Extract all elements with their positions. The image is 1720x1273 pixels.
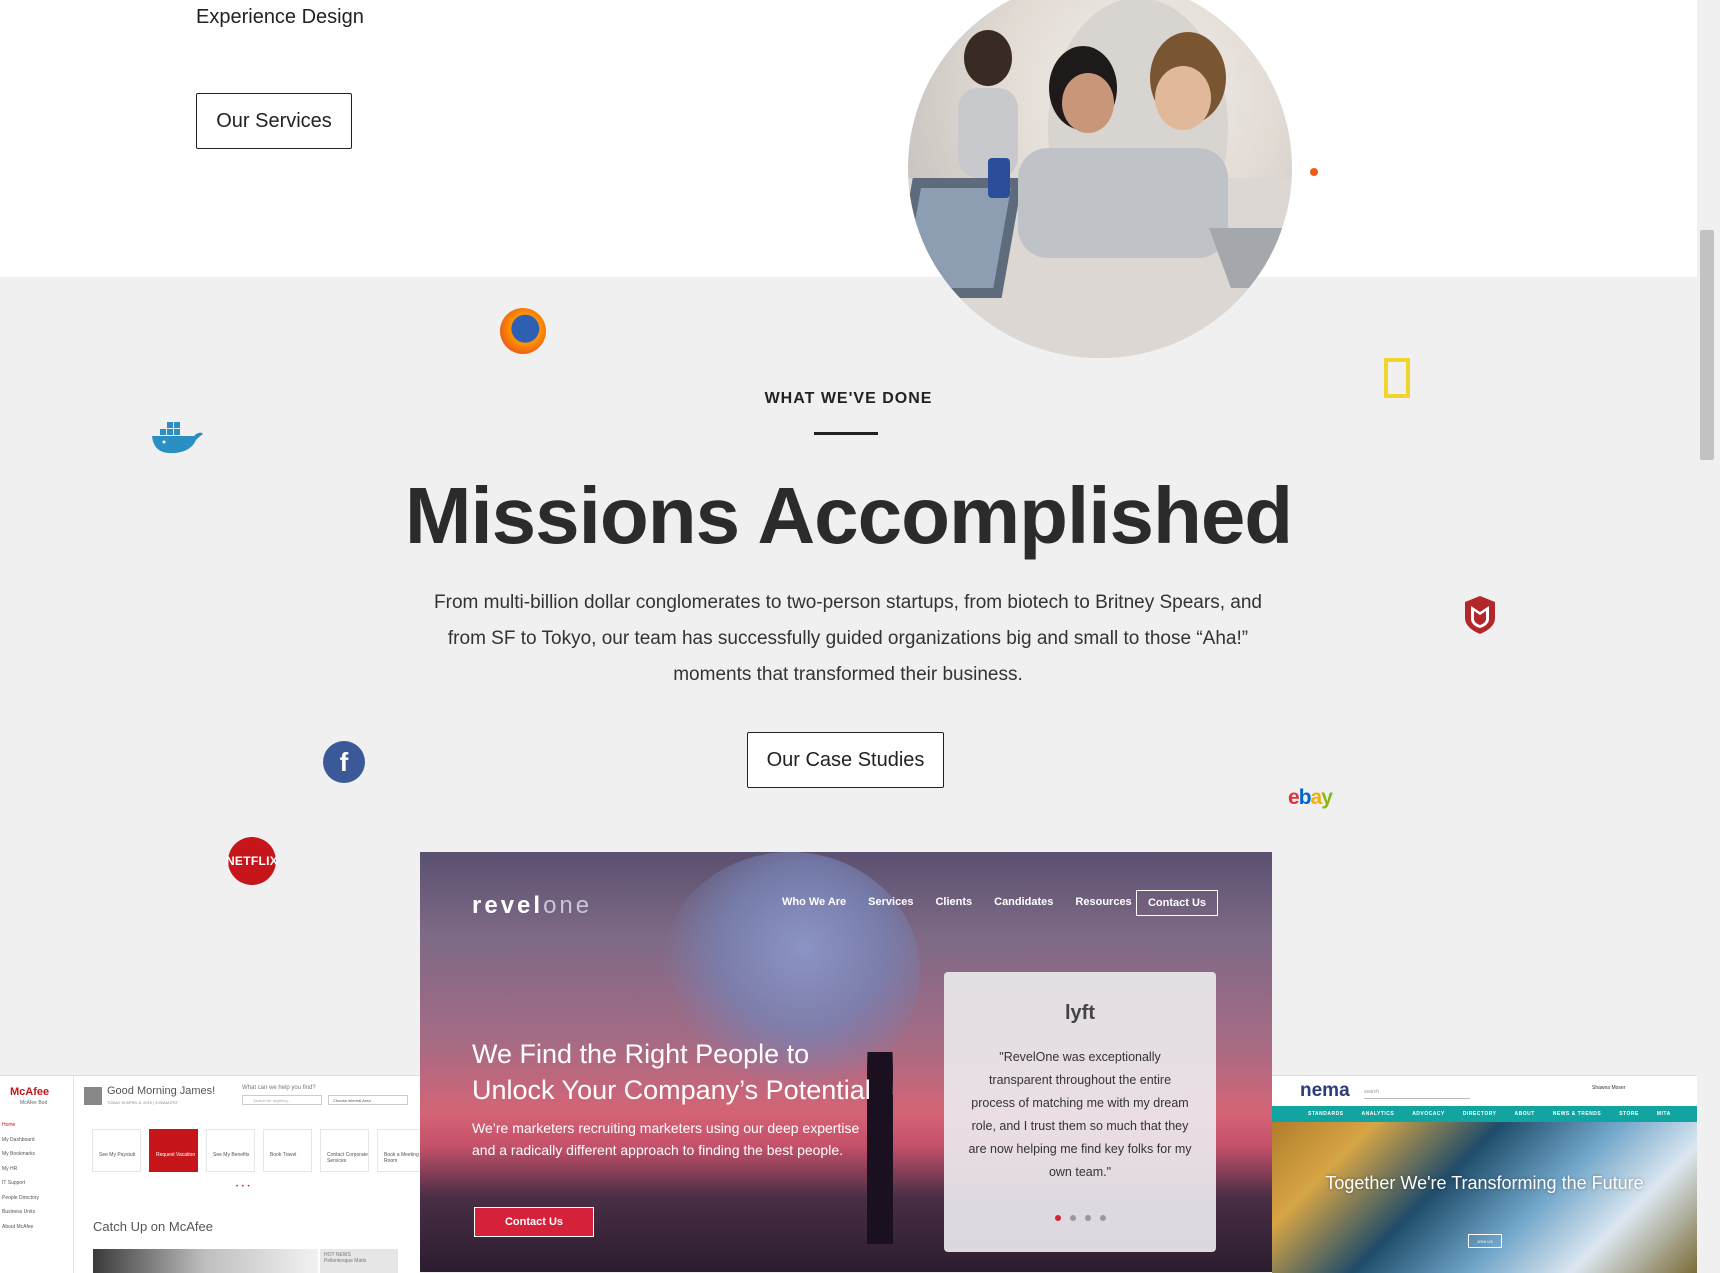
docker-icon [150,420,204,454]
accent-dot [1310,168,1318,176]
mcafee-pager-dots[interactable]: • • • [236,1184,251,1190]
mcafee-search-label: What can we help you find? [242,1085,316,1091]
carousel-dot[interactable] [1099,1215,1106,1221]
revelone-nav-item[interactable]: Resources [1075,896,1131,908]
mcafee-post-title: Pellentesque Matis [324,1258,367,1264]
nema-search-input[interactable]: search [1364,1086,1470,1099]
mcafee-date: TODAY IS APRIL 6, 2019 | 9:00AM EST [107,1100,178,1105]
nema-user-name[interactable]: Shawna Moser [1592,1085,1625,1091]
nema-join-button[interactable]: JOIN US [1468,1234,1502,1248]
revelone-nav-item[interactable]: Who We Are [782,896,846,908]
nema-nav-item[interactable]: ANALYTICS [1362,1111,1395,1117]
nema-hero-image: Together We're Transforming the Future J… [1272,1122,1697,1273]
revelone-nav: Who We Are Services Clients Candidates R… [782,896,1132,908]
mcafee-sidebar-item[interactable]: Business Units [2,1205,39,1220]
firefox-icon [500,308,546,354]
mcafee-greeting: Good Morning James! [107,1085,216,1097]
mcafee-logo-sub: McAfee Bod [20,1100,48,1106]
nema-nav: STANDARDS ANALYTICS ADVOCACY DIRECTORY A… [1272,1106,1697,1122]
nema-header: nema search Shawna Moser [1272,1076,1697,1106]
revelone-logo-alt: one [543,892,593,919]
carousel-dot[interactable] [1084,1215,1091,1221]
nema-nav-item[interactable]: MITA [1657,1111,1671,1117]
our-case-studies-button[interactable]: Our Case Studies [747,732,944,788]
mcafee-sidebar-item[interactable]: About McAfee [2,1220,39,1235]
mcafee-logo: McAfee [10,1086,50,1098]
mcafee-sidebar-item[interactable]: People Directory [2,1191,39,1206]
revelone-subhead: We’re marketers recruiting marketers usi… [472,1120,860,1158]
nema-logo: nema [1300,1080,1350,1101]
section-lead-paragraph: From multi-billion dollar conglomerates … [434,592,1262,685]
case-study-revelone[interactable]: revelone Who We Are Services Clients Can… [420,852,1272,1272]
mcafee-tile[interactable]: Book a Meeting Room [377,1129,420,1172]
mcafee-sidebar-item[interactable]: My HR [2,1162,39,1177]
nema-nav-item[interactable]: DIRECTORY [1463,1111,1497,1117]
nema-nav-item[interactable]: ADVOCACY [1412,1111,1445,1117]
mcafee-tile[interactable]: See My Benefits [206,1129,255,1172]
revelone-nav-contact-button[interactable]: Contact Us [1136,890,1218,916]
revelone-logo-main: revel [472,892,544,919]
section-eyebrow: WHAT WE'VE DONE [764,390,933,407]
mcafee-tile[interactable]: Book Travel [263,1129,312,1172]
mcafee-tile[interactable]: Contact Corporate Services [320,1129,369,1172]
revelone-logo: revelone [472,892,592,920]
mcafee-avatar [84,1087,102,1105]
revelone-nav-item[interactable]: Services [868,896,913,908]
mcafee-area-select[interactable]: Choose Internal Area [328,1095,408,1105]
hero-section: Experience Design Our Services [0,0,1697,277]
experience-design-label: Experience Design [196,6,364,28]
mcafee-catch-up-heading: Catch Up on McAfee [93,1219,213,1234]
nema-nav-item[interactable]: STORE [1619,1111,1639,1117]
netflix-icon: NETFLIX [226,837,278,885]
nema-nav-item[interactable]: STANDARDS [1308,1111,1344,1117]
mcafee-news-post: HOT NEWS Pellentesque Matis [320,1249,398,1273]
mcafee-quick-tiles: See My Paystub Request Vacation See My B… [92,1129,420,1172]
mcafee-sidebar-item[interactable]: My Bookmarks [2,1147,39,1162]
testimonial-quote: "RevelOne was exceptionally transparent … [968,1050,1192,1179]
case-study-nema[interactable]: nema search Shawna Moser STANDARDS ANALY… [1272,1075,1697,1273]
facebook-icon: f [323,741,365,783]
case-study-mcafee[interactable]: McAfee McAfee Bod Home My Dashboard My B… [0,1075,420,1273]
team-photo [908,0,1292,358]
carousel-dot[interactable] [1054,1215,1061,1221]
mcafee-sidebar: McAfee McAfee Bod Home My Dashboard My B… [0,1076,74,1273]
revelone-contact-button[interactable]: Contact Us [474,1207,594,1237]
our-services-button[interactable]: Our Services [196,93,352,149]
revelone-nav-item[interactable]: Candidates [994,896,1053,908]
nema-hero-text: Together We're Transforming the Future [1325,1173,1644,1193]
ebay-icon: ebay [1288,786,1333,809]
carousel-dot[interactable] [1069,1215,1076,1221]
scrollbar-thumb[interactable] [1700,230,1714,460]
mcafee-sidebar-item[interactable]: IT Support [2,1176,39,1191]
nema-nav-item[interactable]: ABOUT [1514,1111,1534,1117]
mcafee-news-photo [93,1249,318,1273]
testimonial-dots [944,1215,1216,1221]
nema-nav-item[interactable]: NEWS & TRENDS [1553,1111,1601,1117]
eyebrow-divider [814,432,878,435]
section-headline: Missions Accomplished [404,471,1293,560]
testimonial-card: lyft "RevelOne was exceptionally transpa… [944,972,1216,1252]
mcafee-sidebar-item[interactable]: My Dashboard [2,1133,39,1148]
mcafee-tile[interactable]: Request Vacation [149,1129,198,1172]
revelone-headline: We Find the Right People to Unlock Your … [472,1039,871,1105]
mcafee-tile[interactable]: See My Paystub [92,1129,141,1172]
mcafee-search-input[interactable]: Search for anything... [242,1095,322,1105]
mcafee-shield-icon [1463,596,1497,634]
scrollbar[interactable] [1697,0,1720,1272]
mcafee-sidebar-item[interactable]: Home [2,1118,39,1133]
revelone-nav-item[interactable]: Clients [935,896,972,908]
lyft-logo: lyft [1065,1002,1095,1024]
mcafee-sidebar-list: Home My Dashboard My Bookmarks My HR IT … [2,1118,39,1234]
